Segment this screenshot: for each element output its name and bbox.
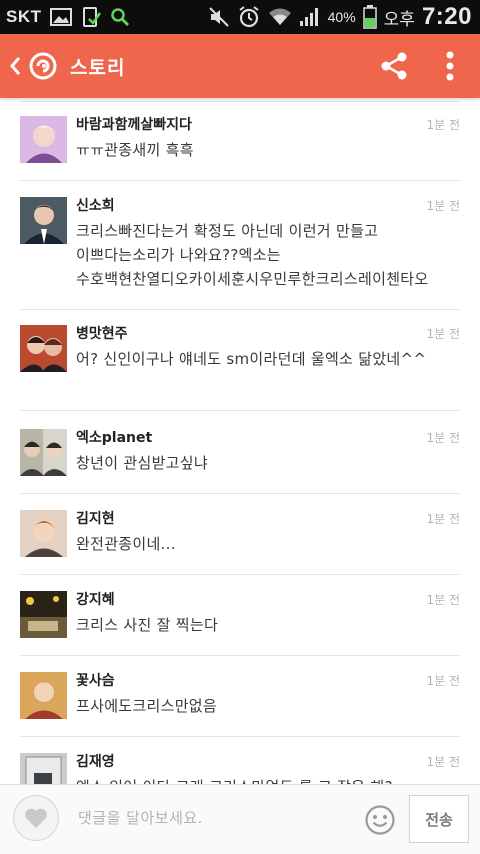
wifi-icon	[268, 7, 292, 27]
divider	[20, 180, 460, 181]
comment-author[interactable]: 김지현	[76, 510, 115, 528]
clock-time: 7:20	[421, 3, 472, 30]
signal-icon	[299, 7, 321, 27]
battery-icon	[362, 5, 377, 29]
chevron-left-icon	[10, 57, 21, 75]
avatar[interactable]	[20, 325, 67, 372]
avatar[interactable]	[20, 672, 67, 719]
comment-author[interactable]: 엑소planet	[76, 429, 152, 447]
comment-text: 크리스빠진다는거 확정도 아닌데 이런거 만들고 이쁘다는소리가 나와요??엑소…	[76, 222, 429, 288]
more-vertical-icon	[446, 51, 454, 81]
comment-list[interactable]: 바람과함께살빠지다 1분 전 ㅠㅠ관종새끼 흑흑 신소희 1분 전 크리스빠진다…	[0, 98, 480, 784]
back-button[interactable]	[2, 34, 28, 98]
like-button[interactable]	[13, 795, 59, 841]
comment-author[interactable]: 바람과함께살빠지다	[76, 116, 192, 134]
comment-text: 완전관종이네...	[76, 535, 176, 553]
avatar[interactable]	[20, 197, 67, 244]
comment-text: 창년이 관심받고싶냐	[76, 454, 208, 472]
divider	[20, 655, 460, 656]
comment-time: 1분 전	[426, 674, 460, 688]
heart-icon	[25, 808, 47, 828]
comment-time: 1분 전	[426, 512, 460, 526]
more-options-button[interactable]	[422, 34, 478, 98]
comment-time: 1분 전	[426, 431, 460, 445]
status-bar: SKT 40% 오후 7:20	[0, 0, 480, 34]
share-icon	[381, 52, 407, 80]
mute-icon	[208, 6, 230, 28]
comment-time: 1분 전	[426, 199, 460, 213]
comment-input-bar: 전송	[0, 784, 480, 854]
share-button[interactable]	[366, 34, 422, 98]
battery-percent: 40%	[327, 9, 356, 25]
alarm-icon	[237, 5, 261, 29]
app-bar: 스토리	[0, 34, 480, 98]
comment-author[interactable]: 병맛현주	[76, 325, 128, 343]
divider	[20, 410, 460, 411]
download-icon	[80, 6, 102, 28]
divider	[20, 101, 460, 102]
comment-author[interactable]: 김재영	[76, 753, 115, 771]
comment-author[interactable]: 강지혜	[76, 591, 115, 609]
comment-time: 1분 전	[426, 593, 460, 607]
story-logo-icon	[28, 51, 58, 81]
comment-text: 프사에도크리스만없음	[76, 697, 218, 715]
avatar[interactable]	[20, 429, 67, 476]
avatar[interactable]	[20, 753, 67, 784]
image-icon	[49, 8, 72, 26]
comment-text: 어? 신인이구나 얘네도 sm이라던데 울엑소 닮았네^^	[76, 350, 427, 368]
comment-text: 엑소 있어 이다 그래 크리스만없도 를 고 잡은 해?	[76, 775, 462, 784]
divider	[20, 493, 460, 494]
divider	[20, 309, 460, 310]
avatar[interactable]	[20, 116, 67, 163]
search-icon	[110, 7, 130, 27]
carrier-label: SKT	[6, 7, 42, 26]
comment-text: 크리스 사진 잘 찍는다	[76, 616, 219, 634]
divider	[20, 574, 460, 575]
comment-author[interactable]: 꽃사슴	[76, 672, 115, 690]
divider	[20, 736, 460, 737]
page-title: 스토리	[70, 56, 126, 79]
comment-text: ㅠㅠ관종새끼 흑흑	[76, 141, 194, 159]
clock-ampm: 오후	[383, 9, 415, 30]
comment-time: 1분 전	[426, 755, 460, 769]
smiley-icon	[365, 805, 395, 835]
comment-author[interactable]: 신소희	[76, 197, 115, 215]
avatar[interactable]	[20, 591, 67, 638]
send-button[interactable]: 전송	[409, 795, 469, 843]
comment-time: 1분 전	[426, 327, 460, 341]
comment-time: 1분 전	[426, 118, 460, 132]
avatar[interactable]	[20, 510, 67, 557]
emoticon-button[interactable]	[363, 803, 397, 837]
